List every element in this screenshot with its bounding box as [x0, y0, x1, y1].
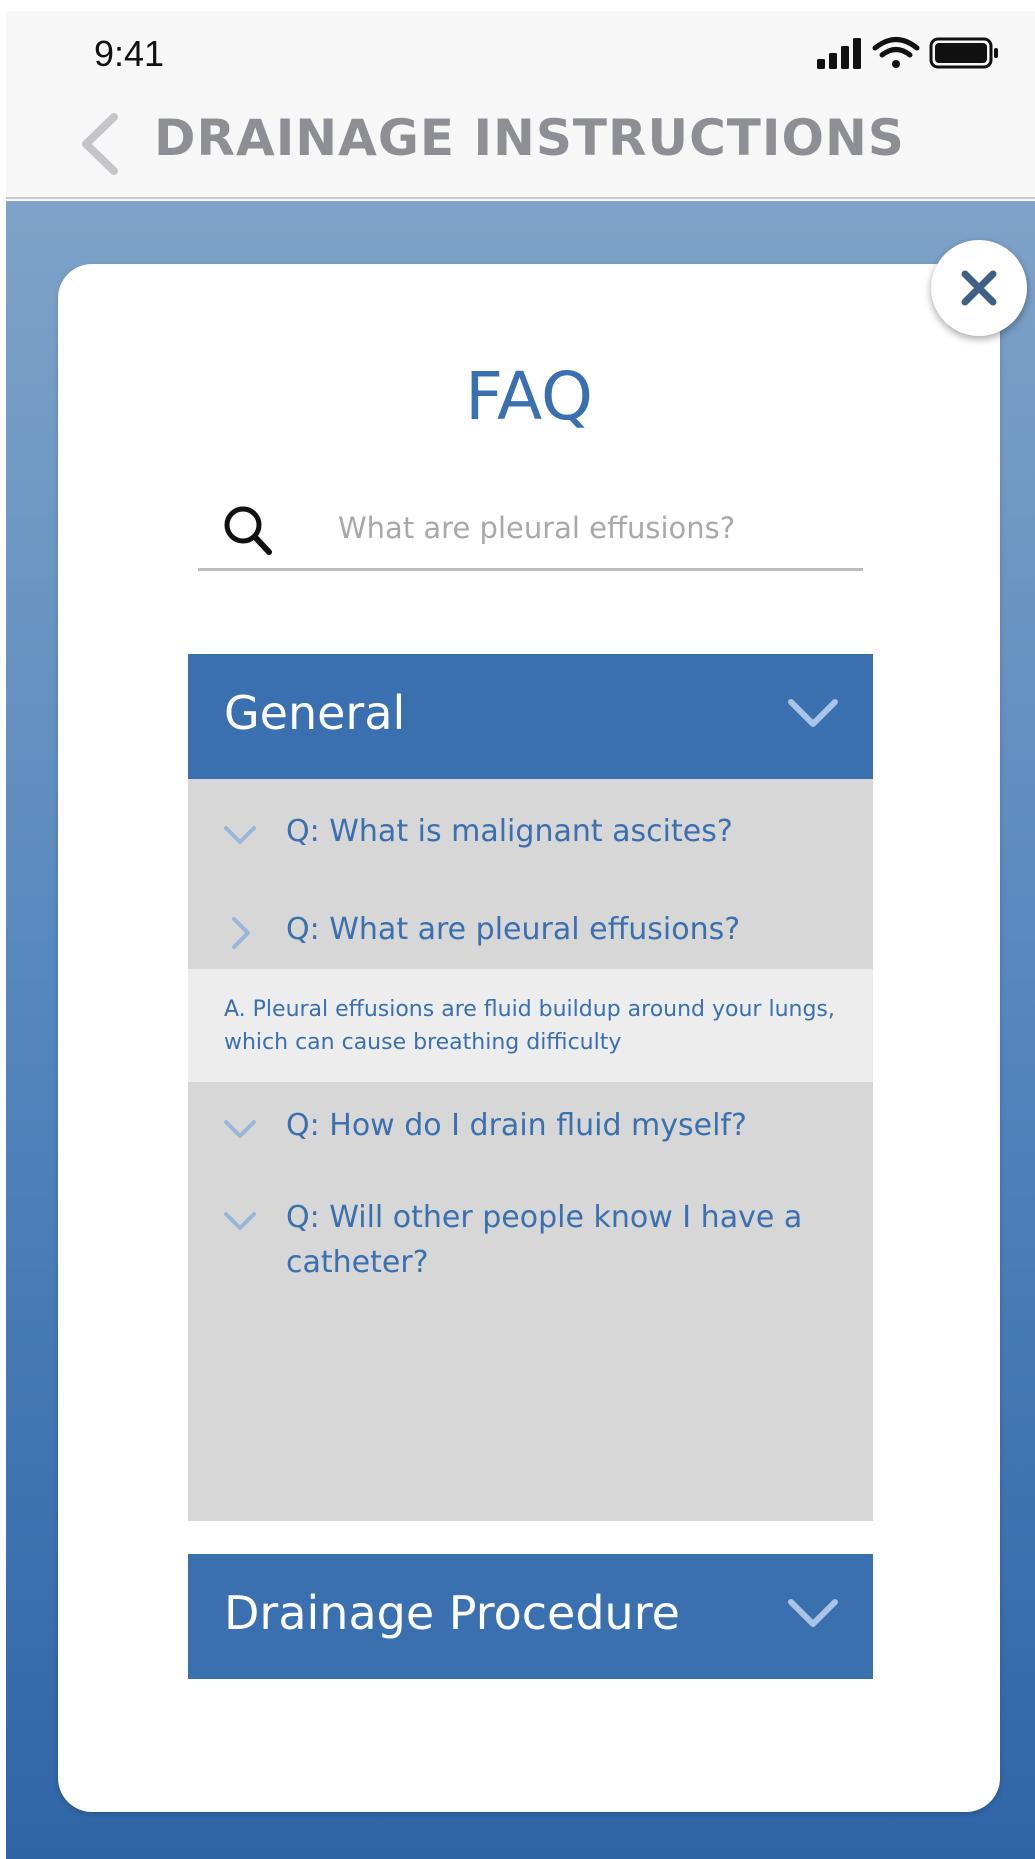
section-header-drainage-procedure[interactable]: Drainage Procedure	[188, 1554, 873, 1679]
faq-question: Q: Will other people know I have a cathe…	[286, 1200, 803, 1280]
status-icons	[817, 37, 998, 69]
faq-question: Q: What is malignant ascites?	[286, 814, 733, 849]
faq-answer-panel: A. Pleural effusions are fluid buildup a…	[188, 969, 873, 1082]
search-icon[interactable]	[222, 504, 274, 558]
chevron-right-icon	[232, 917, 250, 949]
status-time: 9:41	[94, 33, 165, 74]
signal-icon	[817, 38, 861, 69]
faq-answer: A. Pleural effusions are fluid buildup a…	[224, 997, 835, 1055]
close-icon	[961, 270, 997, 306]
chevron-down-icon	[788, 699, 838, 727]
faq-question: Q: What are pleural effusions?	[286, 912, 741, 947]
nav-header: DRAINAGE INSTRUCTIONS	[6, 91, 1035, 199]
chevron-left-icon[interactable]	[76, 111, 124, 177]
faq-title: FAQ	[465, 358, 593, 435]
faq-item[interactable]: Q: What is malignant ascites?	[188, 803, 873, 863]
section-header-general[interactable]: General	[188, 654, 873, 779]
wifi-icon	[872, 37, 920, 68]
battery-icon	[929, 37, 998, 69]
faq-question: Q: How do I drain fluid myself?	[286, 1108, 747, 1143]
faq-item[interactable]: Q: Will other people know I have a cathe…	[188, 1189, 873, 1289]
phone-screen: 9:41 DRAINAGE INSTRUCTIONS FAQ What are …	[6, 11, 1035, 1859]
faq-modal: FAQ General Q: What is malignant ascites…	[58, 264, 1000, 1812]
section-body-general: Q: What is malignant ascites? Q: What ar…	[188, 779, 873, 1521]
status-bar: 9:41	[6, 11, 1035, 91]
page-title: DRAINAGE INSTRUCTIONS	[154, 109, 905, 167]
search-bar	[198, 494, 863, 571]
faq-item[interactable]: Q: What are pleural effusions?	[188, 899, 873, 969]
close-button[interactable]	[931, 240, 1027, 336]
section-label: Drainage Procedure	[224, 1586, 680, 1640]
section-label: General	[224, 686, 406, 740]
chevron-down-icon	[224, 826, 256, 844]
search-input[interactable]	[338, 500, 848, 556]
chevron-down-icon	[788, 1599, 838, 1627]
chevron-down-icon	[224, 1212, 256, 1230]
chevron-down-icon	[224, 1120, 256, 1138]
faq-item[interactable]: Q: How do I drain fluid myself?	[188, 1097, 873, 1157]
